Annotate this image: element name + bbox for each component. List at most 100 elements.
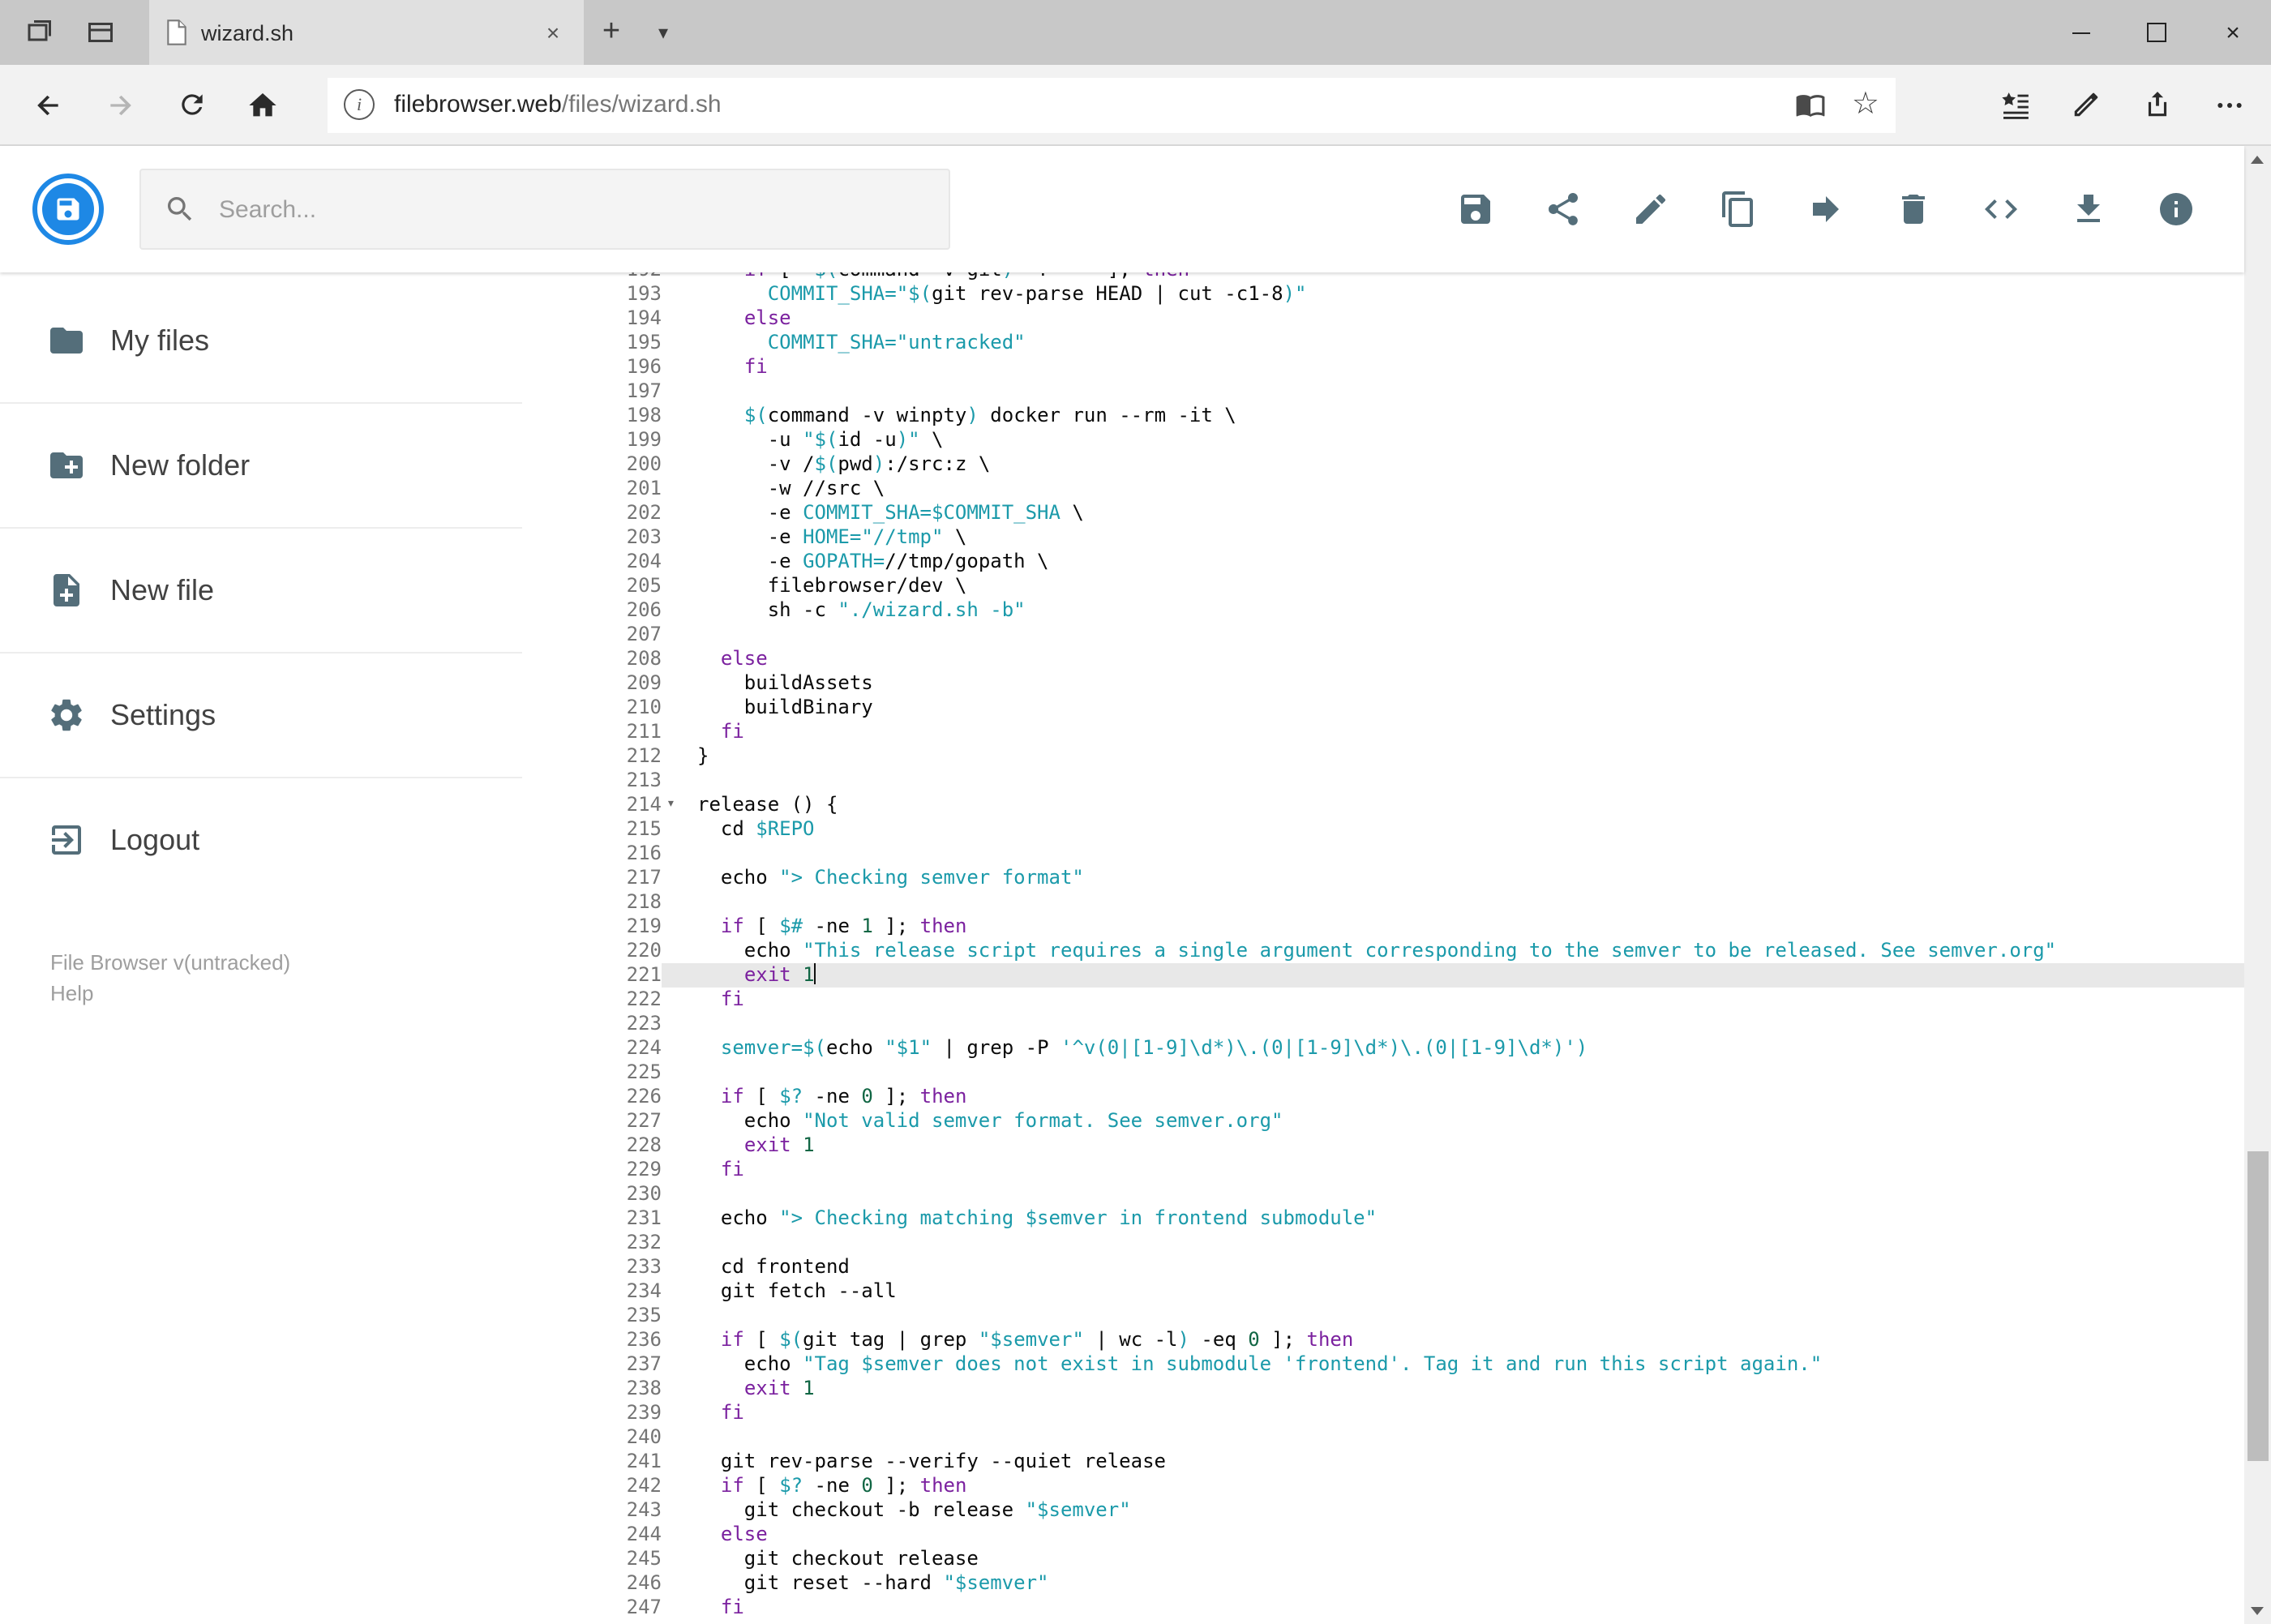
code-line-text[interactable]: exit 1 [697,963,2243,988]
code-line-text[interactable]: fi [697,720,2243,744]
code-line[interactable]: 232 [522,1231,2243,1255]
code-line[interactable]: 211 fi [522,720,2243,744]
code-line-text[interactable]: git checkout -b release "$semver" [697,1498,2243,1523]
code-line-text[interactable]: buildAssets [697,671,2243,696]
code-line[interactable]: 243 git checkout -b release "$semver" [522,1498,2243,1523]
code-line-text[interactable]: -w //src \ [697,477,2243,501]
code-line[interactable]: 228 exit 1 [522,1133,2243,1158]
filebrowser-logo[interactable] [32,174,104,245]
download-icon[interactable] [2068,190,2107,229]
code-line-text[interactable]: if [ "$(command -v git)" != "" ]; then [697,272,2243,282]
add-favorite-star-icon[interactable]: ☆ [1852,89,1879,120]
vertical-scrollbar[interactable] [2243,146,2271,1624]
code-line-text[interactable]: sh -c "./wizard.sh -b" [697,598,2243,623]
reading-view-icon[interactable] [1795,89,1826,120]
browser-tab[interactable]: wizard.sh × [149,0,584,65]
code-line-text[interactable]: echo "> Checking matching $semver in fro… [697,1206,2243,1231]
code-line-text[interactable] [697,1182,2243,1206]
code-line[interactable]: 214 ▾ release () { [522,793,2243,817]
scrollbar-down-arrow[interactable] [2243,1596,2271,1624]
code-line-text[interactable] [697,623,2243,647]
code-line[interactable]: 194 else [522,306,2243,331]
tab-close-icon[interactable]: × [538,19,568,45]
code-line-text[interactable]: if [ $? -ne 0 ]; then [697,1474,2243,1498]
home-button[interactable] [227,69,298,140]
sidebar-item-my-files[interactable]: My files [0,279,522,404]
code-line[interactable]: 204 -e GOPATH=//tmp/gopath \ [522,550,2243,574]
code-line-text[interactable]: else [697,1523,2243,1547]
code-line[interactable]: 209 buildAssets [522,671,2243,696]
code-line-text[interactable] [697,1425,2243,1450]
code-line[interactable]: 229 fi [522,1158,2243,1182]
code-line-text[interactable] [697,1012,2243,1036]
search-input[interactable] [216,194,926,225]
code-line-text[interactable]: -e GOPATH=//tmp/gopath \ [697,550,2243,574]
code-line[interactable]: 220 echo "This release script requires a… [522,939,2243,963]
url-field[interactable]: i filebrowser.web/files/wizard.sh ☆ [328,77,1896,132]
code-line[interactable]: 234 git fetch --all [522,1279,2243,1304]
code-line[interactable]: 218 [522,890,2243,915]
code-line[interactable]: 195 COMMIT_SHA="untracked" [522,331,2243,355]
code-line-text[interactable]: echo "This release script requires a sin… [697,939,2243,963]
tab-preview-icon[interactable] [75,0,126,65]
code-line-text[interactable]: if [ $# -ne 1 ]; then [697,915,2243,939]
code-line[interactable]: 230 [522,1182,2243,1206]
code-line[interactable]: 207 [522,623,2243,647]
code-line[interactable]: 222 fi [522,988,2243,1012]
code-line-text[interactable]: else [697,647,2243,671]
code-line-text[interactable]: filebrowser/dev \ [697,574,2243,598]
code-line[interactable]: 224 semver=$(echo "$1" | grep -P '^v(0|[… [522,1036,2243,1061]
code-line[interactable]: 217 echo "> Checking semver format" [522,866,2243,890]
code-line[interactable]: 210 buildBinary [522,696,2243,720]
code-line-text[interactable]: echo "Not valid semver format. See semve… [697,1109,2243,1133]
code-line-text[interactable]: git fetch --all [697,1279,2243,1304]
code-line-text[interactable] [697,1231,2243,1255]
code-line-text[interactable]: semver=$(echo "$1" | grep -P '^v(0|[1-9]… [697,1036,2243,1061]
code-line[interactable]: 226 if [ $? -ne 0 ]; then [522,1085,2243,1109]
code-line[interactable]: 208 else [522,647,2243,671]
code-line-text[interactable]: -u "$(id -u)" \ [697,428,2243,452]
code-line[interactable]: 206 sh -c "./wizard.sh -b" [522,598,2243,623]
code-line[interactable]: 236 if [ $(git tag | grep "$semver" | wc… [522,1328,2243,1352]
new-tab-button[interactable]: + [584,0,639,65]
code-line-text[interactable]: git rev-parse --verify --quiet release [697,1450,2243,1474]
refresh-button[interactable] [156,69,227,140]
delete-icon[interactable] [1893,190,1932,229]
move-icon[interactable] [1806,190,1845,229]
code-line[interactable]: 245 git checkout release [522,1547,2243,1571]
code-line[interactable]: 235 [522,1304,2243,1328]
code-line[interactable]: 239 fi [522,1401,2243,1425]
code-line-text[interactable]: fi [697,1596,2243,1620]
code-line-text[interactable]: fi [697,988,2243,1012]
code-line[interactable]: 225 [522,1061,2243,1085]
minimize-button[interactable] [2042,0,2119,65]
code-line[interactable]: 199 -u "$(id -u)" \ [522,428,2243,452]
code-line-text[interactable]: if [ $? -ne 0 ]; then [697,1085,2243,1109]
copy-icon[interactable] [1718,190,1757,229]
web-note-pen-icon[interactable] [2050,69,2122,140]
code-line-text[interactable]: if [ $(git tag | grep "$semver" | wc -l)… [697,1328,2243,1352]
code-line[interactable]: 213 [522,769,2243,793]
code-line[interactable]: 244 else [522,1523,2243,1547]
info-icon[interactable] [2156,190,2195,229]
code-line[interactable]: 223 [522,1012,2243,1036]
code-line[interactable]: 215 cd $REPO [522,817,2243,842]
code-line[interactable]: 202 -e COMMIT_SHA=$COMMIT_SHA \ [522,501,2243,525]
code-line[interactable]: 227 echo "Not valid semver format. See s… [522,1109,2243,1133]
code-line-text[interactable]: cd frontend [697,1255,2243,1279]
favorites-hub-icon[interactable] [1979,69,2050,140]
raw-code-icon[interactable] [1981,190,2020,229]
code-line[interactable]: 240 [522,1425,2243,1450]
code-line[interactable]: 200 -v /$(pwd):/src:z \ [522,452,2243,477]
code-line-text[interactable] [697,769,2243,793]
code-line[interactable]: 192 if [ "$(command -v git)" != "" ]; th… [522,272,2243,282]
code-line-text[interactable] [697,842,2243,866]
code-line[interactable]: 193 COMMIT_SHA="$(git rev-parse HEAD | c… [522,282,2243,306]
code-line-text[interactable]: -e HOME="//tmp" \ [697,525,2243,550]
code-editor[interactable]: 192 if [ "$(command -v git)" != "" ]; th… [522,272,2243,1624]
code-line-text[interactable]: -e COMMIT_SHA=$COMMIT_SHA \ [697,501,2243,525]
code-line-text[interactable]: fi [697,355,2243,379]
scrollbar-up-arrow[interactable] [2243,146,2271,174]
code-line[interactable]: 242 if [ $? -ne 0 ]; then [522,1474,2243,1498]
sidebar-item-new-file[interactable]: New file [0,529,522,653]
